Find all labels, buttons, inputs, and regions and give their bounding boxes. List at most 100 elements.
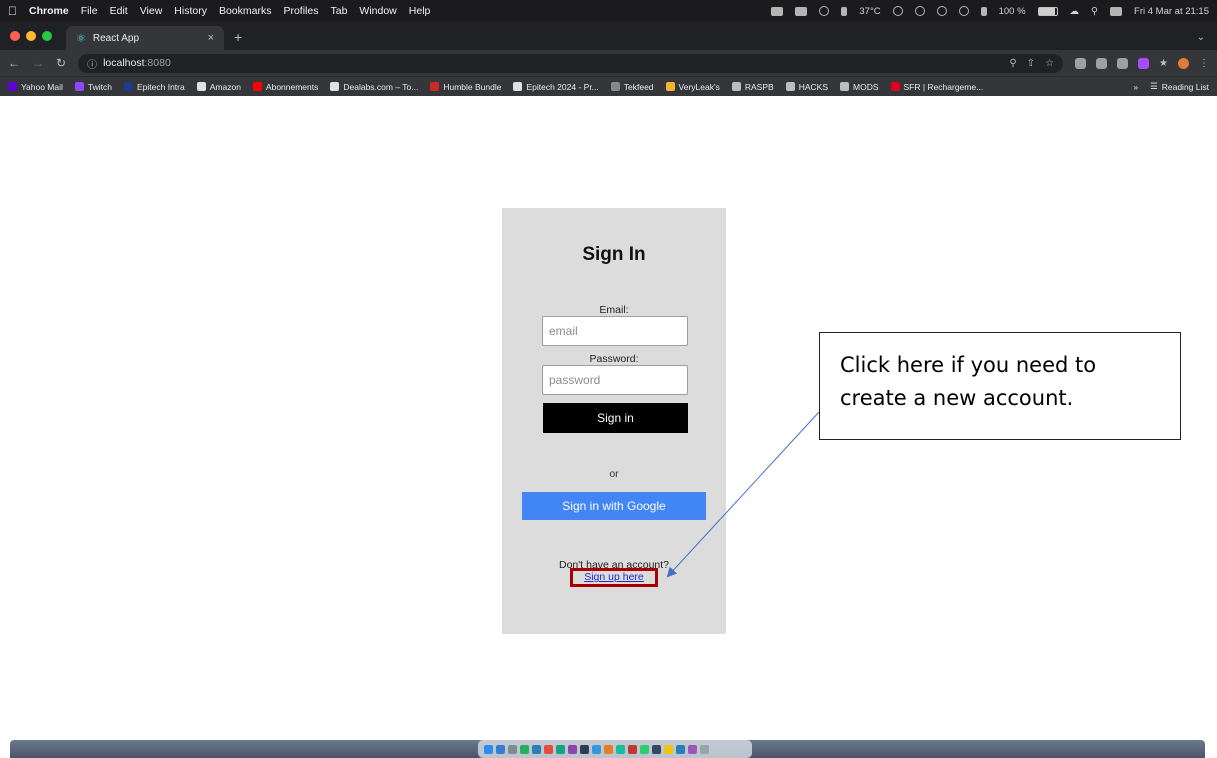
macos-menu-bar:  Chrome File Edit View History Bookmark… [0, 0, 1217, 22]
menu-tab[interactable]: Tab [330, 5, 347, 17]
bookmark-item[interactable]: HACKS [785, 81, 828, 92]
dock-app-icon[interactable] [520, 744, 529, 754]
search-icon[interactable]: ⚲ [1091, 6, 1098, 17]
user-icon[interactable] [958, 6, 969, 16]
bookmark-favicon-icon [513, 82, 523, 91]
password-field[interactable] [542, 365, 688, 395]
bluetooth-icon[interactable] [980, 6, 987, 16]
minimize-window-button[interactable] [26, 31, 36, 41]
profile-avatar[interactable] [1178, 57, 1189, 69]
reading-list-label: Reading List [1161, 81, 1209, 92]
menu-help[interactable]: Help [409, 5, 431, 17]
dock-app-icon[interactable] [652, 744, 661, 754]
bookmark-favicon-icon [430, 82, 440, 91]
diamond-icon[interactable] [914, 6, 925, 16]
temperature-readout[interactable]: 37°C [859, 6, 880, 17]
menu-chrome[interactable]: Chrome [29, 5, 69, 17]
cloud-icon[interactable] [819, 6, 830, 16]
dock-app-icon[interactable] [604, 744, 613, 754]
dock-app-icon[interactable] [616, 744, 625, 754]
menu-view[interactable]: View [140, 5, 163, 17]
close-tab-icon[interactable]: × [208, 32, 214, 44]
bookmark-favicon-icon [252, 82, 262, 91]
extension-icon[interactable] [1138, 57, 1150, 69]
tab-react-app[interactable]: ⚛ React App × [66, 26, 224, 50]
status-circle-icon[interactable] [892, 6, 903, 16]
finder-icon[interactable] [484, 744, 493, 754]
bookmark-item[interactable]: Twitch [74, 82, 112, 92]
share-icon[interactable]: ⇧ [1027, 58, 1035, 69]
reading-list-button[interactable]: ☰ Reading List [1150, 81, 1209, 92]
extension-icon[interactable] [1075, 57, 1087, 69]
dock-app-icon[interactable] [532, 744, 541, 754]
flask-icon[interactable] [841, 6, 848, 16]
dock-app-icon[interactable] [568, 744, 577, 754]
reload-icon[interactable]: ↻ [56, 56, 66, 70]
puzzle-icon[interactable]: ★ [1159, 58, 1168, 69]
bookmark-favicon-icon [330, 82, 340, 91]
menu-file[interactable]: File [81, 5, 98, 17]
address-bar[interactable]: ⓘ localhost :8080 ⚲ ⇧ ☆ [78, 53, 1064, 73]
bookmark-item[interactable]: RASPB [731, 82, 774, 92]
battery-icon[interactable] [1037, 6, 1058, 16]
bookmark-label: HACKS [798, 81, 828, 92]
dock-app-icon[interactable] [664, 744, 673, 754]
dock-app-icon[interactable] [556, 744, 565, 754]
bookmark-item[interactable]: SFR | Rechargeme... [890, 81, 984, 92]
bookmark-item[interactable]: Tekfeed [610, 81, 654, 92]
email-field[interactable] [542, 316, 688, 346]
menu-bookmarks[interactable]: Bookmarks [219, 5, 272, 17]
bookmark-item[interactable]: Epitech Intra [124, 82, 185, 92]
bookmark-item[interactable]: Dealabs.com – To... [330, 82, 418, 92]
bookmark-item[interactable]: Yahoo Mail [8, 82, 63, 92]
close-window-button[interactable] [10, 31, 20, 41]
window-icon[interactable] [795, 6, 808, 16]
dock-app-icon[interactable] [508, 744, 517, 754]
password-label: Password: [589, 353, 639, 365]
dock-app-icon[interactable] [640, 744, 649, 754]
apple-icon[interactable]:  [8, 4, 17, 18]
bookmark-item[interactable]: Abonnements [252, 82, 318, 92]
bookmarks-overflow-button[interactable]: » [1133, 82, 1138, 92]
sign-in-button[interactable]: Sign in [543, 403, 688, 433]
dropbox-icon[interactable] [771, 6, 784, 16]
dock-app-icon[interactable] [496, 744, 505, 754]
bookmark-item[interactable]: Humble Bundle [430, 82, 501, 92]
extension-icon[interactable] [1117, 57, 1129, 69]
bookmark-item[interactable]: Epitech 2024 - Pr... [513, 82, 599, 92]
maximize-window-button[interactable] [42, 31, 52, 41]
bookmark-label: Tekfeed [623, 81, 654, 92]
site-info-icon[interactable]: ⓘ [87, 56, 97, 71]
bookmark-item[interactable]: MODS [840, 82, 879, 92]
control-center-icon[interactable] [1110, 6, 1123, 16]
clock-readout[interactable]: Fri 4 Mar at 21:15 [1134, 6, 1209, 17]
status-tray: 37°C 100 % ☁ ⚲ Fri 4 Mar at 21:15 [771, 6, 1209, 17]
dock-app-icon[interactable] [544, 744, 553, 754]
extension-icon[interactable] [1096, 57, 1108, 69]
forward-icon[interactable]: → [32, 56, 44, 70]
bookmark-item[interactable]: Amazon [196, 82, 241, 92]
menu-history[interactable]: History [174, 5, 207, 17]
dock-app-icon[interactable] [592, 744, 601, 754]
bookmark-favicon-icon [124, 82, 133, 91]
bookmark-favicon-icon [840, 82, 849, 91]
bookmark-star-icon[interactable]: ☆ [1045, 58, 1054, 69]
dock-app-icon[interactable] [688, 744, 697, 754]
trash-icon[interactable] [700, 744, 709, 754]
menu-profiles[interactable]: Profiles [283, 5, 318, 17]
wifi-icon[interactable]: ☁ [1070, 6, 1080, 17]
menu-edit[interactable]: Edit [110, 5, 128, 17]
more-menu-icon[interactable]: ⋮ [1199, 58, 1209, 69]
tab-search-chevron-icon[interactable]: ⌄ [1197, 32, 1217, 50]
new-tab-button[interactable]: + [224, 29, 242, 50]
dock-app-icon[interactable] [628, 744, 637, 754]
dock-app-icon[interactable] [676, 744, 685, 754]
google-sign-in-button[interactable]: Sign in with Google [522, 492, 706, 520]
clock-icon[interactable] [936, 6, 947, 16]
bookmark-label: SFR | Rechargeme... [903, 81, 984, 92]
bookmark-item[interactable]: VeryLeak's [665, 82, 720, 92]
menu-window[interactable]: Window [359, 5, 396, 17]
key-icon[interactable]: ⚲ [1009, 58, 1016, 69]
dock-app-icon[interactable] [580, 744, 589, 754]
back-icon[interactable]: ← [8, 56, 20, 70]
